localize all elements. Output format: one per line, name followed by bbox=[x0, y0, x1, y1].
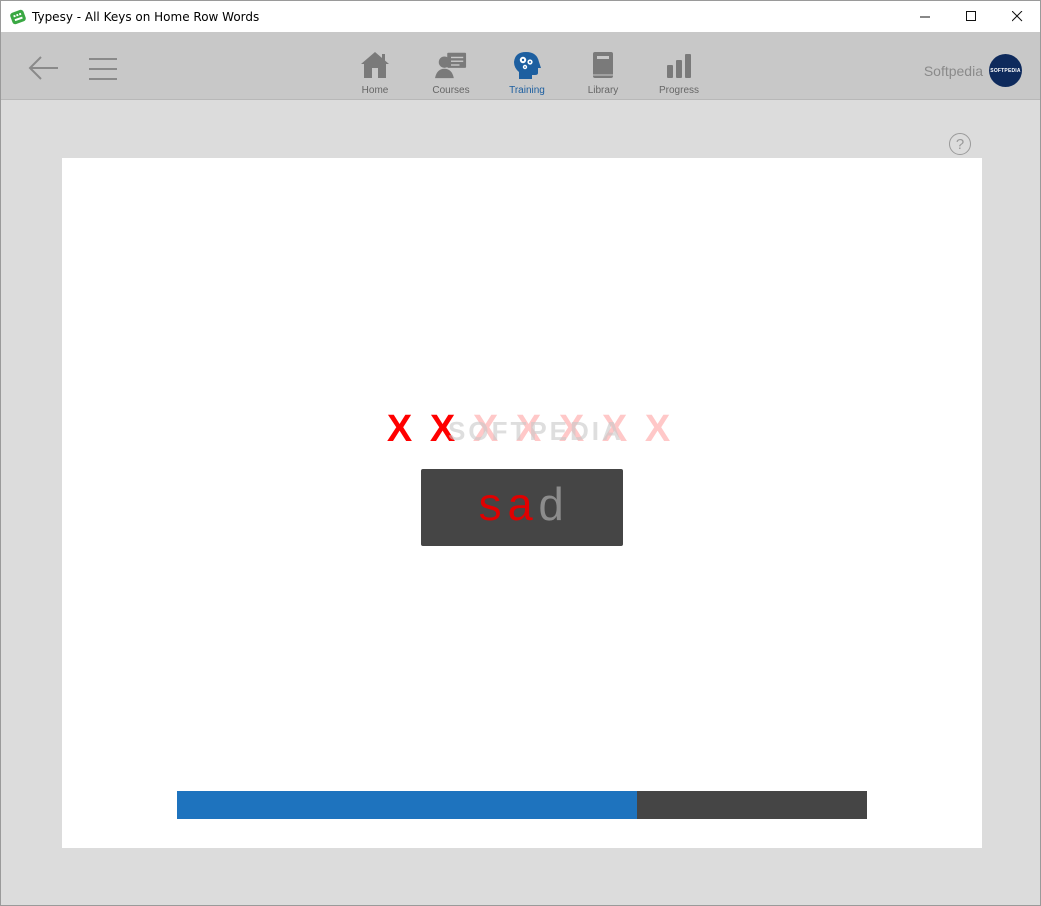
window-title: Typesy - All Keys on Home Row Words bbox=[32, 9, 260, 24]
window-controls bbox=[902, 1, 1040, 32]
close-button[interactable] bbox=[994, 1, 1040, 32]
target-word: sad bbox=[476, 482, 568, 534]
nav-item-courses[interactable]: Courses bbox=[413, 32, 489, 100]
training-icon bbox=[514, 52, 541, 79]
nav-item-library[interactable]: Library bbox=[565, 32, 641, 100]
toolbar: Home Courses Training Library Progress S… bbox=[1, 32, 1040, 100]
avatar[interactable]: SOFTPEDIA bbox=[989, 54, 1022, 87]
app-window: Typesy - All Keys on Home Row Words Home… bbox=[0, 0, 1041, 906]
typesy-logo-icon bbox=[10, 9, 26, 24]
back-arrow-icon[interactable] bbox=[27, 54, 61, 82]
nav-item-home[interactable]: Home bbox=[337, 32, 413, 100]
minimize-icon bbox=[919, 16, 930, 18]
main-nav: Home Courses Training Library Progress bbox=[337, 32, 717, 100]
progress-icon bbox=[667, 54, 691, 78]
nav-label-home: Home bbox=[361, 85, 389, 96]
progress-bar bbox=[177, 791, 867, 819]
watermark: SOFTPEDIA bbox=[448, 416, 624, 446]
nav-item-progress[interactable]: Progress bbox=[641, 32, 717, 100]
nav-label-progress: Progress bbox=[658, 85, 699, 96]
minimize-button[interactable] bbox=[902, 1, 948, 32]
remaining-letters: d bbox=[537, 481, 568, 534]
courses-icon bbox=[435, 52, 467, 79]
library-icon bbox=[593, 52, 613, 78]
hamburger-menu-icon[interactable] bbox=[88, 56, 118, 82]
progress-bar-fill bbox=[177, 791, 638, 819]
typed-letters: sa bbox=[476, 481, 538, 534]
nav-label-library: Library bbox=[587, 85, 619, 96]
nav-item-training[interactable]: Training bbox=[489, 32, 565, 100]
error-mark: X bbox=[386, 408, 413, 450]
home-icon bbox=[361, 52, 389, 78]
nav-label-training: Training bbox=[509, 85, 545, 96]
close-icon bbox=[1011, 11, 1022, 22]
help-button[interactable]: ? bbox=[949, 133, 971, 155]
word-display: sad bbox=[421, 469, 623, 546]
title-bar: Typesy - All Keys on Home Row Words bbox=[1, 1, 1040, 32]
nav-label-courses: Courses bbox=[432, 85, 470, 96]
training-panel: XXXXXXX SOFTPEDIA sad bbox=[62, 158, 982, 848]
maximize-icon bbox=[965, 11, 976, 21]
maximize-button[interactable] bbox=[948, 1, 994, 32]
error-mark: X bbox=[644, 408, 671, 450]
avatar-text: SOFTPEDIA bbox=[990, 67, 1021, 74]
user-name[interactable]: Softpedia bbox=[924, 63, 983, 79]
